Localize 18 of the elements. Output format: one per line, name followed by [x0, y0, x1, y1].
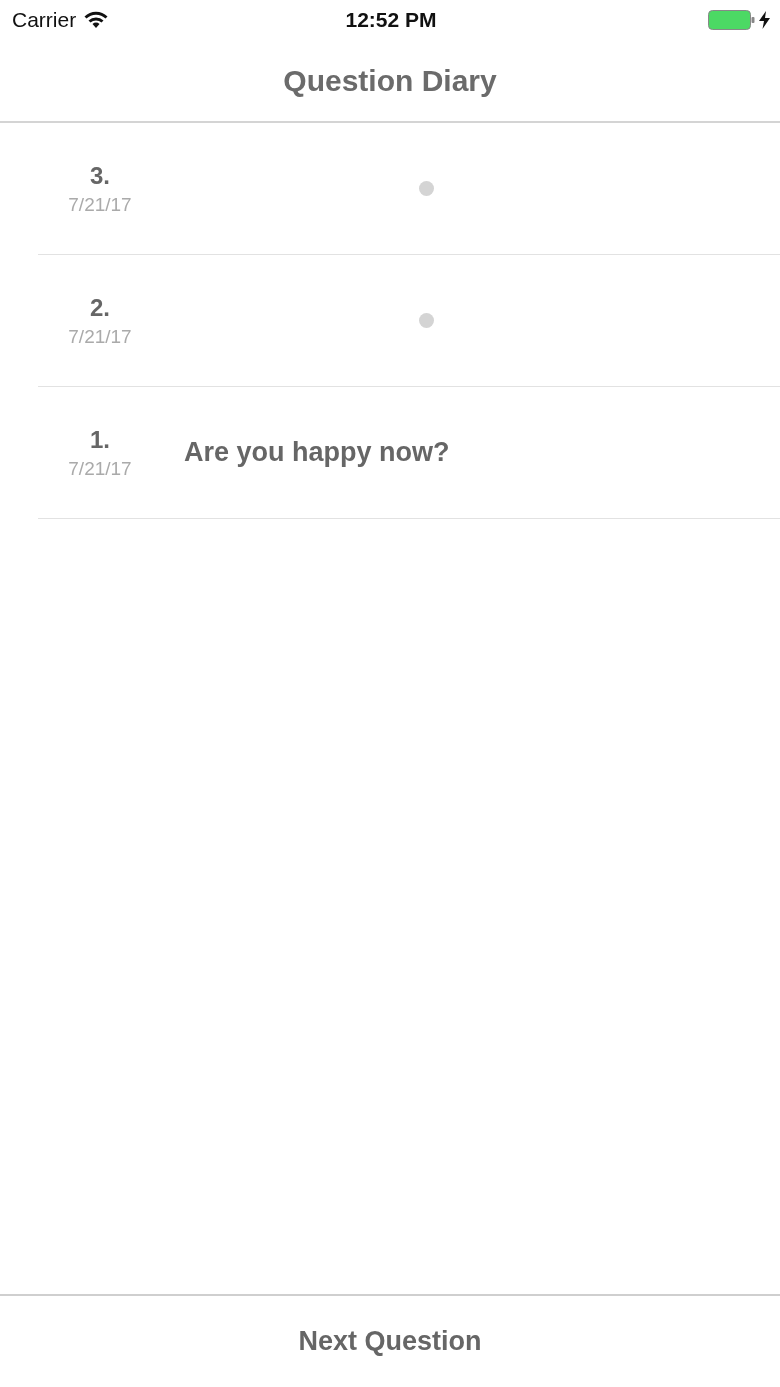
battery-icon	[708, 10, 755, 30]
diary-row[interactable]: 3. 7/21/17	[38, 123, 780, 255]
carrier-name: Carrier	[12, 8, 77, 32]
loading-dot	[418, 181, 434, 196]
entry-number: 2.	[90, 293, 110, 322]
status-time: 12:52 PM	[345, 8, 437, 32]
entry-date: 7/21/17	[68, 193, 132, 216]
next-question-button[interactable]: Next Question	[290, 1322, 490, 1361]
diary-row[interactable]: 1. 7/21/17 Are you happy now?	[38, 387, 780, 519]
question-text: Are you happy now?	[184, 437, 450, 468]
wifi-icon	[84, 11, 109, 29]
entry-number: 3.	[90, 161, 110, 190]
entry-date: 7/21/17	[68, 457, 132, 480]
entry-date: 7/21/17	[68, 325, 132, 348]
entry-number: 1.	[90, 425, 110, 454]
loading-dot	[418, 313, 434, 328]
screen-title: Question Diary	[283, 63, 497, 98]
diary-row[interactable]: 2. 7/21/17	[38, 255, 780, 387]
